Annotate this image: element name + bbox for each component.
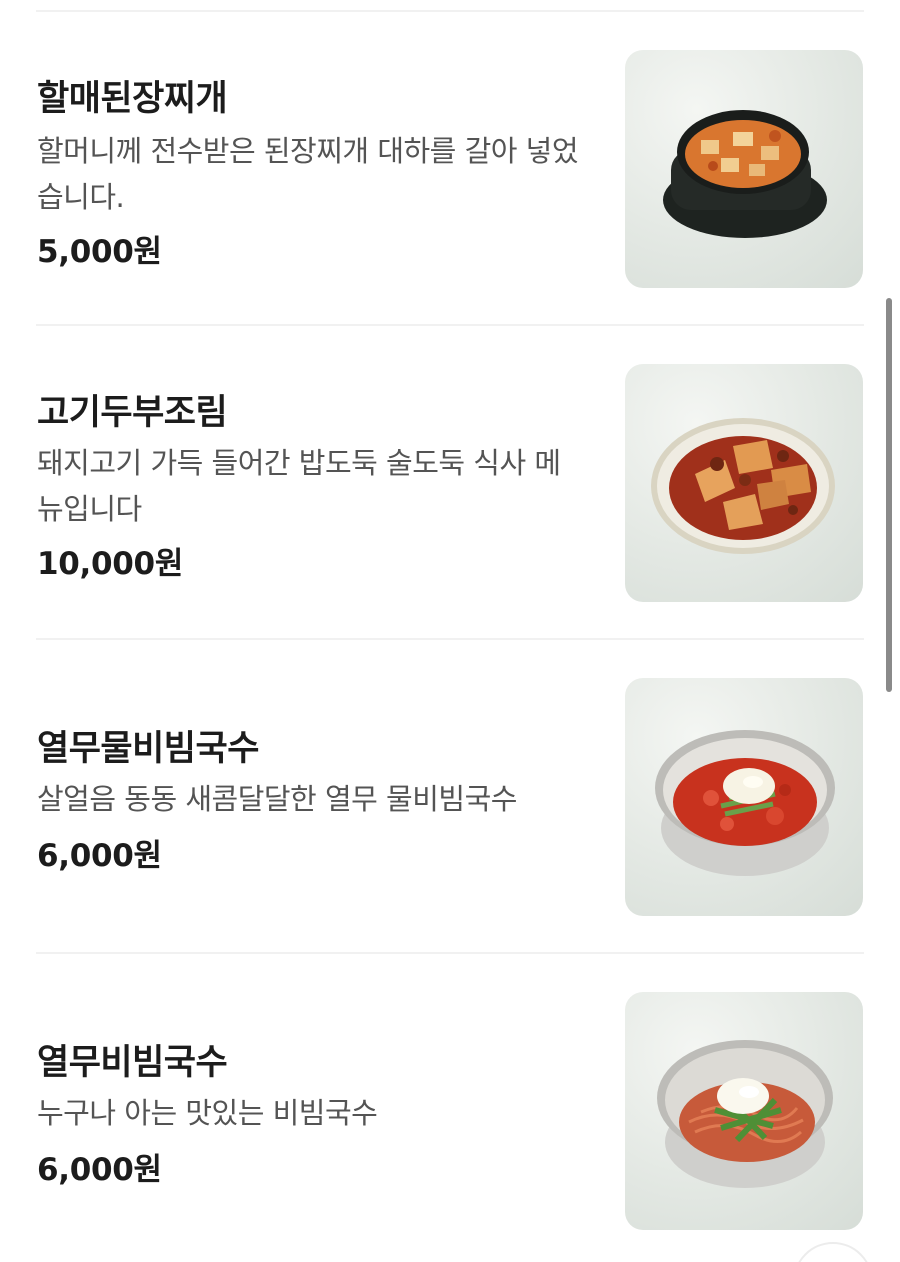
menu-item-photo: [625, 364, 863, 602]
divider: [36, 638, 864, 640]
menu-item-cold-noodle-soup[interactable]: 열무물비빔국수 살얼음 동동 새콤달달한 열무 물비빔국수 6,000원: [0, 676, 900, 916]
floating-scroll-button[interactable]: [793, 1242, 873, 1262]
menu-item-photo: [625, 678, 863, 916]
menu-item-name: 할매된장찌개: [37, 79, 228, 119]
menu-item-name: 열무물비빔국수: [37, 729, 259, 769]
menu-item-price: 10,000원: [37, 546, 184, 582]
menu-item-description: 살얼음 동동 새콤달달한 열무 물비빔국수: [37, 782, 517, 816]
menu-item-braised-tofu[interactable]: 고기두부조림 돼지고기 가득 들어간 밥도둑 술도둑 식사 메뉴입니다 10,0…: [0, 362, 900, 602]
menu-item-photo: [625, 50, 863, 288]
menu-item-price: 6,000원: [37, 838, 162, 874]
menu-item-price: 6,000원: [37, 1152, 162, 1188]
menu-item-description: 누구나 아는 맛있는 비빔국수: [37, 1096, 378, 1130]
menu-list: 할매된장찌개 할머니께 전수받은 된장찌개 대하를 갈아 넣었습니다. 5,00…: [0, 0, 900, 1262]
menu-item-bibim-noodle[interactable]: 열무비빔국수 누구나 아는 맛있는 비빔국수 6,000원: [0, 990, 900, 1230]
menu-item-name: 열무비빔국수: [37, 1043, 228, 1083]
divider: [36, 324, 864, 326]
menu-item-description: 할머니께 전수받은 된장찌개 대하를 갈아 넣었습니다.: [37, 134, 579, 214]
divider: [36, 952, 864, 954]
menu-item-photo: [625, 992, 863, 1230]
menu-item-description: 돼지고기 가득 들어간 밥도둑 술도둑 식사 메뉴입니다: [37, 446, 561, 526]
menu-item-doenjang-stew[interactable]: 할매된장찌개 할머니께 전수받은 된장찌개 대하를 갈아 넣었습니다. 5,00…: [0, 48, 900, 288]
menu-item-name: 고기두부조림: [37, 393, 228, 433]
scrollbar[interactable]: [886, 298, 892, 692]
divider: [36, 10, 864, 12]
menu-item-price: 5,000원: [37, 234, 162, 270]
